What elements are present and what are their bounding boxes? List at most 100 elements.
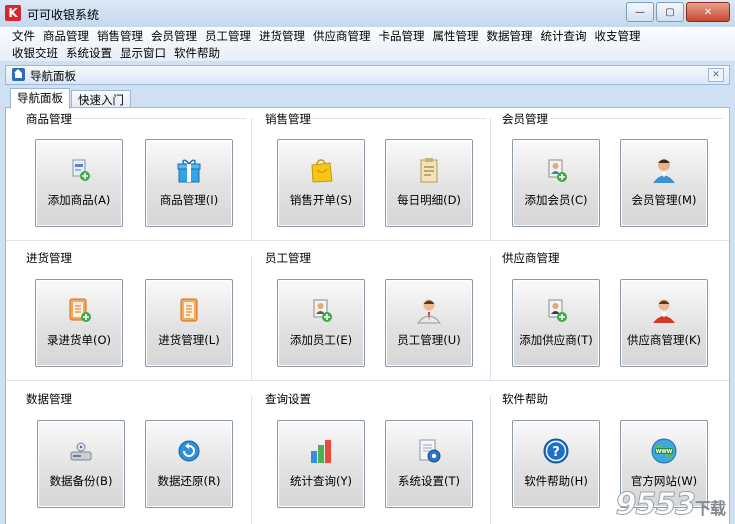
add-goods-icon [72, 159, 90, 181]
daily-detail-label: 每日明细(D) [397, 193, 461, 207]
staff-management-button[interactable]: 员工管理(U) [385, 279, 473, 367]
menu-row-1: 文件 商品管理 销售管理 会员管理 员工管理 进货管理 供应商管理 卡品管理 属… [8, 28, 645, 44]
goods-management-button[interactable]: 商品管理(I) [145, 139, 233, 227]
add-goods-label: 添加商品(A) [47, 193, 111, 207]
minimize-button[interactable]: — [626, 2, 654, 22]
group-title-help: 软件帮助 [502, 392, 548, 406]
bar-chart-icon [311, 440, 331, 463]
menu-income-expense[interactable]: 收支管理 [591, 28, 645, 44]
add-staff-button[interactable]: 添加员工(E) [277, 279, 365, 367]
watermark-sub: 下载 [694, 499, 726, 518]
menu-row-2: 收银交班 系统设置 显示窗口 软件帮助 [8, 45, 224, 61]
close-button[interactable]: ✕ [686, 2, 730, 22]
software-help-label: 软件帮助(H) [524, 474, 588, 488]
software-help-button[interactable]: ? 软件帮助(H) [512, 420, 600, 508]
menu-member[interactable]: 会员管理 [147, 28, 201, 44]
globe-icon: WWW [651, 438, 677, 464]
divider [551, 118, 723, 119]
supplier-management-label: 供应商管理(K) [626, 333, 701, 347]
group-title-data: 数据管理 [26, 392, 72, 406]
sales-order-button[interactable]: 销售开单(S) [277, 139, 365, 227]
menu-software-help[interactable]: 软件帮助 [170, 45, 224, 61]
group-title-goods: 商品管理 [26, 112, 72, 126]
add-supplier-icon [548, 299, 567, 322]
home-icon [12, 68, 25, 81]
group-title-query: 查询设置 [265, 392, 311, 406]
member-management-label: 会员管理(M) [631, 193, 697, 207]
system-settings-label: 系统设置(T) [398, 474, 460, 488]
system-settings-button[interactable]: 系统设置(T) [385, 420, 473, 508]
purchase-management-label: 进货管理(L) [158, 333, 220, 347]
title-bar: K 可可收银系统 — ▢ ✕ [0, 0, 735, 28]
data-backup-button[interactable]: 数据备份(B) [37, 420, 125, 508]
panel-close-button[interactable]: ✕ [708, 68, 724, 82]
divider [490, 118, 491, 240]
add-supplier-label: 添加供应商(T) [519, 333, 593, 347]
add-member-icon [548, 159, 567, 182]
gift-icon [177, 159, 201, 183]
member-management-button[interactable]: 会员管理(M) [620, 139, 708, 227]
menu-attribute[interactable]: 属性管理 [429, 28, 483, 44]
divider [6, 380, 729, 381]
watermark-number: 9553 [615, 487, 696, 523]
supplier-person-icon [653, 299, 675, 323]
menu-supplier[interactable]: 供应商管理 [309, 28, 375, 44]
divider [6, 240, 729, 241]
goods-management-label: 商品管理(I) [159, 193, 219, 207]
group-title-sales: 销售管理 [265, 112, 311, 126]
data-restore-label: 数据还原(R) [157, 474, 221, 488]
watermark: 9553下载 [615, 487, 726, 523]
tab-navigation-panel[interactable]: 导航面板 [10, 88, 70, 109]
menu-system-settings[interactable]: 系统设置 [62, 45, 116, 61]
svg-text:?: ? [552, 445, 560, 460]
tab-strip: 导航面板 快速入门 [10, 87, 132, 109]
window-controls: — ▢ ✕ [624, 2, 730, 22]
document-icon [180, 298, 198, 322]
statistics-query-label: 统计查询(Y) [290, 474, 352, 488]
clipboard-icon [420, 158, 438, 183]
data-backup-label: 数据备份(B) [49, 474, 113, 488]
add-member-button[interactable]: 添加会员(C) [512, 139, 600, 227]
menu-show-window[interactable]: 显示窗口 [116, 45, 170, 61]
add-staff-icon [313, 299, 332, 322]
shopping-bag-icon [311, 159, 333, 183]
purchase-management-button[interactable]: 进货管理(L) [145, 279, 233, 367]
menu-shift-handover[interactable]: 收银交班 [8, 45, 62, 61]
menu-sales[interactable]: 销售管理 [93, 28, 147, 44]
app-logo-icon: K [5, 5, 21, 21]
menu-data[interactable]: 数据管理 [483, 28, 537, 44]
group-title-staff: 员工管理 [265, 251, 311, 265]
statistics-query-button[interactable]: 统计查询(Y) [277, 420, 365, 508]
divider [311, 118, 486, 119]
add-staff-label: 添加员工(E) [289, 333, 353, 347]
divider [490, 396, 491, 524]
window-title: 可可收银系统 [27, 8, 100, 22]
group-title-member: 会员管理 [502, 112, 548, 126]
menu-file[interactable]: 文件 [8, 28, 39, 44]
group-title-purchase: 进货管理 [26, 251, 72, 265]
maximize-button[interactable]: ▢ [656, 2, 684, 22]
menu-bar: 文件 商品管理 销售管理 会员管理 员工管理 进货管理 供应商管理 卡品管理 属… [0, 27, 735, 61]
add-document-icon [69, 298, 91, 322]
add-supplier-button[interactable]: 添加供应商(T) [512, 279, 600, 367]
data-restore-button[interactable]: 数据还原(R) [145, 420, 233, 508]
supplier-management-button[interactable]: 供应商管理(K) [620, 279, 708, 367]
svg-text:WWW: WWW [656, 449, 673, 455]
question-icon: ? [543, 438, 569, 464]
settings-document-icon [419, 439, 441, 463]
menu-goods[interactable]: 商品管理 [39, 28, 93, 44]
daily-detail-button[interactable]: 每日明细(D) [385, 139, 473, 227]
divider [251, 118, 252, 240]
staff-management-label: 员工管理(U) [397, 333, 461, 347]
enter-purchase-order-label: 录进货单(O) [46, 333, 112, 347]
menu-purchase[interactable]: 进货管理 [255, 28, 309, 44]
divider [251, 256, 252, 380]
menu-card[interactable]: 卡品管理 [375, 28, 429, 44]
enter-purchase-order-button[interactable]: 录进货单(O) [35, 279, 123, 367]
businessman-icon [416, 299, 442, 324]
navigation-content: 商品管理 添加商品(A) 商品管理(I) 销售管理 销售开单(S) 每日明细(D… [5, 107, 730, 524]
database-icon [70, 442, 92, 461]
menu-statistics[interactable]: 统计查询 [537, 28, 591, 44]
add-goods-button[interactable]: 添加商品(A) [35, 139, 123, 227]
menu-staff[interactable]: 员工管理 [201, 28, 255, 44]
